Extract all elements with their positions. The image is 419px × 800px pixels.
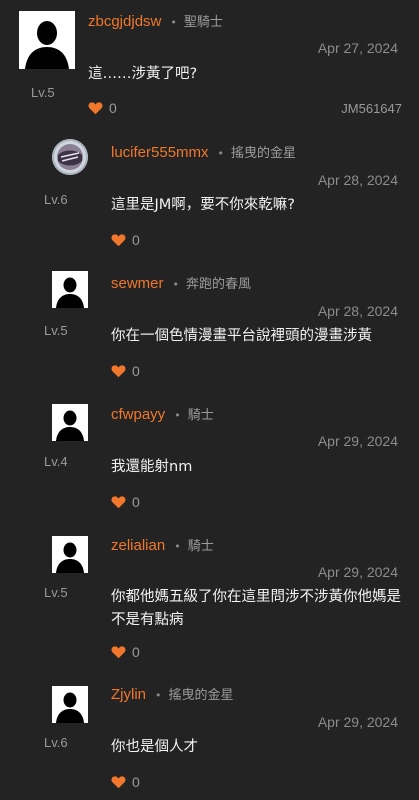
comment-header: zbcgjdjdsw • 聖騎士 <box>88 13 223 32</box>
default-person-icon <box>19 11 75 69</box>
user-title: 搖曳的金星 <box>168 688 234 703</box>
like-button[interactable]: 0 <box>88 100 117 116</box>
custom-image-avatar <box>52 139 88 175</box>
user-level: Lv.5 <box>44 585 68 600</box>
comment-text: 我還能射nm <box>111 459 193 475</box>
username-link[interactable]: sewmer <box>111 275 164 292</box>
user-avatar[interactable] <box>52 139 88 175</box>
comment-text: 你都他媽五級了你在這里問涉不涉黃你他媽是不是有點病 <box>111 589 401 628</box>
separator-dot: • <box>174 409 181 422</box>
default-person-icon <box>52 271 88 308</box>
comment-header: cfwpayy • 騎士 <box>111 406 214 425</box>
comment-text: 這里是JM啊，要不你來乾嘛? <box>111 197 295 213</box>
like-button[interactable]: 0 <box>111 644 140 660</box>
username-link[interactable]: zbcgjdjdsw <box>88 13 161 30</box>
comment-date: Apr 29, 2024 <box>317 564 398 580</box>
default-person-icon <box>52 686 88 723</box>
username-link[interactable]: cfwpayy <box>111 406 165 423</box>
reply-item: Lv.5 zelialian • 騎士 Apr 29, 2024 你都他媽五級了你在… <box>0 523 419 681</box>
like-button[interactable]: 0 <box>111 363 140 379</box>
user-level: Lv.5 <box>31 85 55 100</box>
user-title: 聖騎士 <box>183 15 223 30</box>
like-button[interactable]: 0 <box>111 774 140 790</box>
comment-header: Zjylin • 搖曳的金星 <box>111 686 234 705</box>
username-link[interactable]: Zjylin <box>111 686 146 703</box>
separator-dot: • <box>217 147 225 160</box>
comment-date: Apr 29, 2024 <box>317 433 398 449</box>
comment-date: Apr 28, 2024 <box>317 172 398 188</box>
heart-icon <box>111 776 126 789</box>
like-count: 0 <box>132 363 140 379</box>
like-count: 0 <box>132 232 140 248</box>
default-person-icon <box>52 404 88 441</box>
heart-icon <box>111 496 126 509</box>
comment-header: zelialian • 騎士 <box>111 537 214 556</box>
separator-dot: • <box>155 689 162 702</box>
separator-dot: • <box>170 16 177 29</box>
default-person-icon <box>52 536 88 573</box>
heart-icon <box>111 365 126 378</box>
comment-header: sewmer • 奔跑的春風 <box>111 275 251 294</box>
reply-item: Lv.5 sewmer • 奔跑的春風 Apr 28, 2024 你在一個色情漫畫平… <box>0 261 419 392</box>
comment-item: Lv.5 zbcgjdjdsw • 聖騎士 Apr 27, 2024 這……涉黃了吧… <box>0 0 419 130</box>
comment-text: 你也是個人才 <box>111 739 198 755</box>
user-level: Lv.6 <box>44 192 68 207</box>
user-level: Lv.4 <box>44 454 68 469</box>
like-count: 0 <box>132 494 140 510</box>
reply-item: Lv.6 Zjylin • 搖曳的金星 Apr 29, 2024 你也是個人才 0 <box>0 681 419 800</box>
reply-item: Lv.4 cfwpayy • 騎士 Apr 29, 2024 我還能射nm 0 <box>0 392 419 523</box>
username-link[interactable]: zelialian <box>111 537 165 554</box>
separator-dot: • <box>174 540 181 553</box>
reply-item: Lv.6 lucifer555mmx • 搖曳的金星 Apr 28, 2024 這里… <box>0 130 419 261</box>
user-avatar[interactable] <box>19 11 75 69</box>
like-button[interactable]: 0 <box>111 494 140 510</box>
like-count: 0 <box>132 774 140 790</box>
user-level: Lv.5 <box>44 323 68 338</box>
like-count: 0 <box>109 100 117 116</box>
user-avatar[interactable] <box>52 686 88 723</box>
comment-text: 你在一個色情漫畫平台說裡頭的漫畫涉黃 <box>111 328 372 344</box>
separator-dot: • <box>172 278 180 291</box>
user-avatar[interactable] <box>52 404 88 441</box>
user-avatar[interactable] <box>52 271 88 308</box>
comment-date: Apr 27, 2024 <box>317 40 398 56</box>
comment-header: lucifer555mmx • 搖曳的金星 <box>111 144 296 163</box>
like-count: 0 <box>132 644 140 660</box>
user-title: 騎士 <box>187 408 214 423</box>
user-title: 奔跑的春風 <box>186 277 252 292</box>
heart-icon <box>111 234 126 247</box>
user-title: 騎士 <box>187 539 214 554</box>
comment-text: 這……涉黃了吧? <box>88 66 198 82</box>
comment-date: Apr 29, 2024 <box>317 714 398 730</box>
comment-list: Lv.5 zbcgjdjdsw • 聖騎士 Apr 27, 2024 這……涉黃了吧… <box>0 0 419 800</box>
username-link[interactable]: lucifer555mmx <box>111 144 209 161</box>
heart-icon <box>111 646 126 659</box>
user-title: 搖曳的金星 <box>231 146 297 161</box>
user-avatar[interactable] <box>52 536 88 573</box>
album-tag[interactable]: JM561647 <box>341 101 402 116</box>
user-level: Lv.6 <box>44 735 68 750</box>
like-button[interactable]: 0 <box>111 232 140 248</box>
comment-date: Apr 28, 2024 <box>317 303 398 319</box>
heart-icon <box>88 102 103 115</box>
